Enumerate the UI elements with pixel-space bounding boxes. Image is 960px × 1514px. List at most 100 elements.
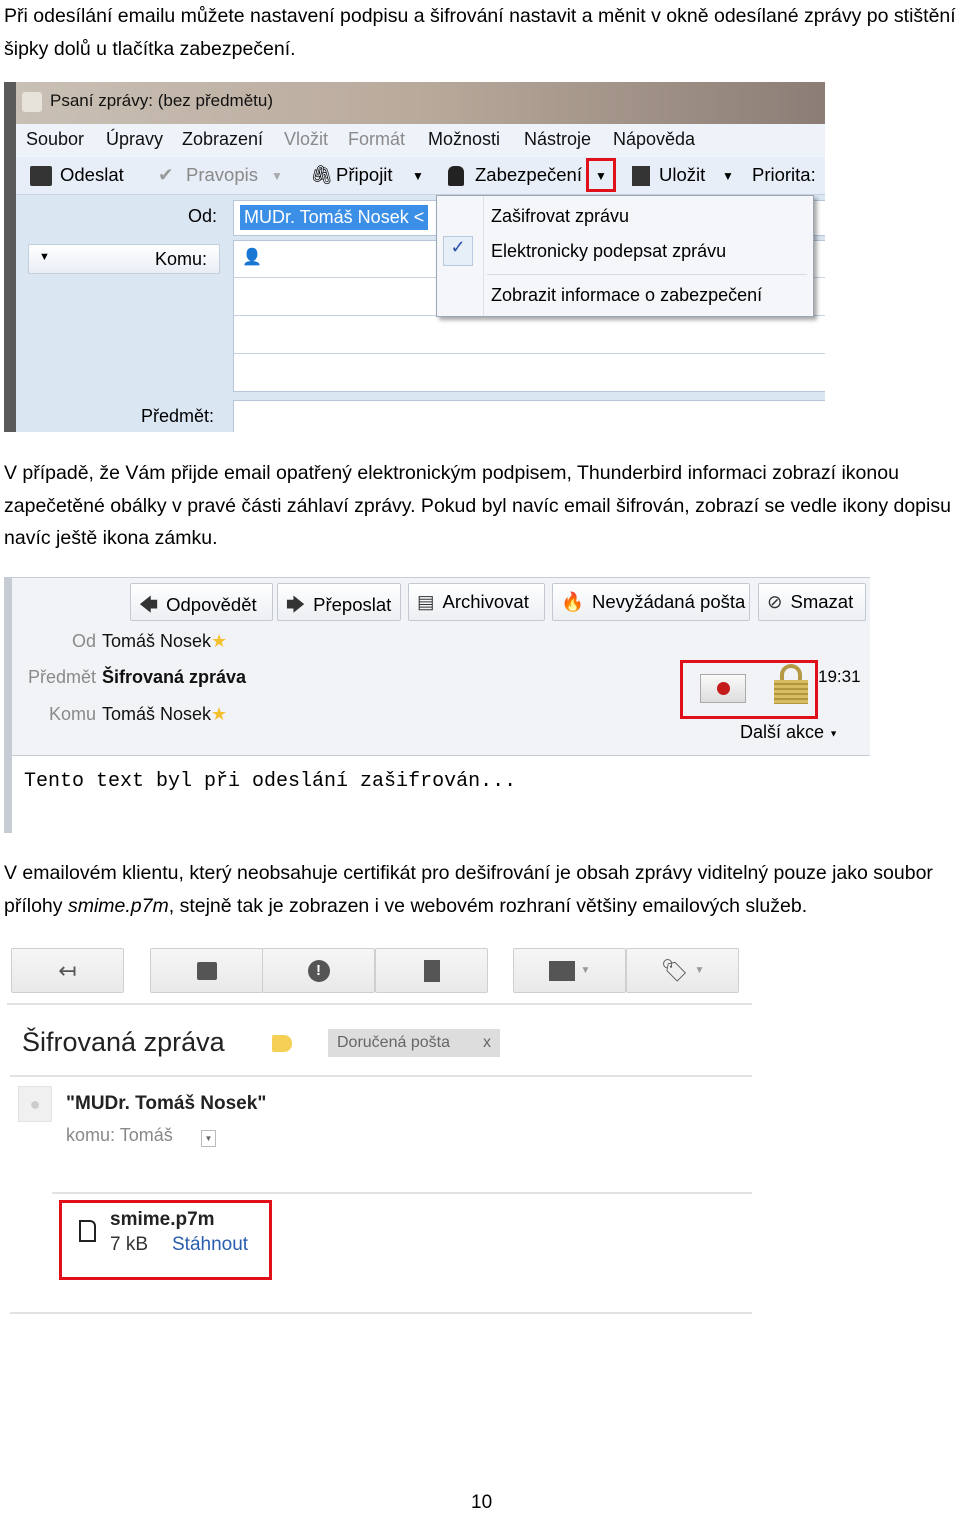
webmail-screenshot: ↤ ! ▼ 🏷 ▼ Šifrovaná zpráva Doručená pošta…	[4, 945, 752, 1317]
compose-toolbar: Odeslat ✔ Pravopis ▼ 🖇 Připojit ▼ Zabezp…	[16, 157, 825, 195]
archive-icon	[196, 961, 217, 980]
archive-label: Archivovat	[442, 591, 529, 612]
save-icon	[632, 166, 650, 186]
label-tag: Doručená pošta x	[328, 1029, 500, 1057]
flame-icon: 🔥	[561, 591, 585, 612]
chevron-down-icon[interactable]: ▼	[271, 169, 283, 183]
page-number: 10	[471, 1492, 493, 1513]
label-tag-text: Doručená pošta	[337, 1034, 450, 1051]
tag-icon: 🏷	[660, 957, 689, 983]
delete-label: Smazat	[790, 591, 854, 612]
chevron-down-icon: ▼	[694, 965, 705, 976]
sealed-envelope-icon[interactable]	[700, 674, 746, 703]
remove-label-button[interactable]: x	[483, 1034, 491, 1052]
compose-window-screenshot: Psaní zprávy: (bez předmětu) Soubor Úpra…	[4, 82, 825, 432]
archive-icon: ▤	[417, 591, 435, 612]
message-body: Tento text byl při odeslání zašifrován..…	[12, 755, 870, 833]
menu-zobrazeni[interactable]: Zobrazení	[182, 129, 263, 150]
menu-soubor[interactable]: Soubor	[26, 129, 84, 150]
to-label: Komu	[48, 704, 96, 724]
window-title-text: Psaní zprávy: (bez předmětu)	[50, 91, 273, 110]
paragraph-intro: Při odesílání emailu můžete nastavení po…	[4, 5, 956, 60]
reply-button[interactable]: ↤	[11, 948, 124, 993]
menu-vlozit[interactable]: Vložit	[284, 129, 328, 150]
menu-item-security-info[interactable]: Zobrazit informace o zabezpečení	[491, 285, 762, 306]
highlight-box	[586, 158, 616, 192]
download-link[interactable]: Stáhnout	[172, 1234, 248, 1256]
from-value[interactable]: Tomáš Nosek★	[102, 631, 227, 652]
chevron-down-icon: ▼	[829, 728, 838, 739]
send-button[interactable]: Odeslat	[60, 164, 124, 186]
paperclip-icon: 🖇	[310, 164, 334, 185]
chevron-down-icon[interactable]: ▼	[412, 169, 424, 183]
menu-item-encrypt[interactable]: Zašifrovat zprávu	[491, 206, 629, 227]
more-actions-label: Další akce	[740, 722, 825, 742]
archive-button[interactable]: ▤ Archivovat	[408, 583, 545, 621]
menu-item-sign[interactable]: Elektronicky podepsat zprávu	[491, 241, 726, 262]
spell-button[interactable]: Pravopis	[186, 164, 258, 186]
subject-input[interactable]	[233, 400, 825, 432]
lock-icon[interactable]	[774, 664, 808, 704]
subject-value: Šifrovaná zpráva	[102, 667, 247, 687]
trash-icon	[423, 959, 440, 982]
archive-button[interactable]	[150, 948, 263, 993]
reply-arrow-icon: ↤	[58, 957, 77, 983]
security-button[interactable]: Zabezpečení	[475, 164, 582, 186]
star-icon[interactable]: ★	[211, 704, 227, 724]
move-to-button[interactable]: ▼	[513, 948, 626, 993]
filename-text: smime.p7m	[67, 894, 169, 917]
menu-moznosti[interactable]: Možnosti	[428, 129, 500, 150]
details-dropdown[interactable]: ▼	[201, 1130, 216, 1147]
junk-button[interactable]: 🔥 Nevyžádaná pošta	[552, 583, 750, 621]
reply-label: Odpovědět	[166, 594, 257, 615]
check-icon: ✔	[158, 164, 174, 185]
menubar: Soubor Úpravy Zobrazení Vložit Formát Mo…	[16, 124, 825, 157]
paragraph-signature: V případě, že Vám přijde email opatřený …	[4, 462, 951, 549]
reply-button[interactable]: 🡄 Odpovědět	[130, 583, 273, 621]
from-label: Od	[71, 631, 96, 651]
junk-label: Nevyžádaná pošta	[592, 591, 746, 612]
security-menu: Zašifrovat zprávu ✓ Elektronicky podepsa…	[436, 195, 814, 317]
message-reader-screenshot: 🡄 Odpovědět 🡆 Přeposlat ▤ Archivovat 🔥 Nevyž…	[4, 577, 870, 833]
message-time: 19:31	[818, 667, 861, 686]
sender-name: "MUDr. Tomáš Nosek"	[66, 1093, 267, 1114]
send-icon	[30, 166, 52, 186]
save-button[interactable]: Uložit	[659, 164, 705, 186]
chevron-down-icon: ▼	[580, 965, 591, 976]
avatar: ●	[18, 1086, 52, 1122]
menu-format[interactable]: Formát	[348, 129, 405, 150]
to-value[interactable]: Tomáš Nosek★	[102, 704, 227, 725]
report-spam-button[interactable]: !	[262, 948, 375, 993]
attachment-size: 7 kB	[110, 1234, 149, 1255]
window-title: Psaní zprávy: (bez předmětu)	[16, 82, 825, 124]
check-icon: ✓	[443, 236, 473, 266]
chevron-down-icon[interactable]: ▼	[722, 169, 734, 183]
reply-icon: 🡄	[139, 594, 159, 615]
chevron-down-icon: ▼	[39, 251, 50, 263]
file-icon	[79, 1220, 96, 1242]
email-subject: Šifrovaná zpráva	[22, 1027, 225, 1057]
star-icon[interactable]: ★	[211, 631, 227, 651]
to-label: Komu:	[154, 249, 207, 269]
delete-button[interactable]	[375, 948, 488, 993]
subject-label: Předmět:	[141, 406, 215, 426]
forward-button[interactable]: 🡆 Přeposlat	[277, 583, 401, 621]
to-name: Tomáš Nosek	[102, 704, 212, 724]
attach-button[interactable]: Připojit	[336, 164, 393, 186]
lock-icon	[448, 166, 464, 186]
menu-napoveda[interactable]: Nápověda	[613, 129, 695, 150]
recipient-type-select[interactable]: ▼ Komu:	[28, 244, 220, 274]
forward-icon: 🡆	[286, 594, 306, 615]
from-label: Od:	[188, 206, 218, 226]
labels-button[interactable]: 🏷 ▼	[626, 948, 739, 993]
compose-icon	[22, 92, 42, 112]
attachment-name[interactable]: smime.p7m	[110, 1209, 215, 1231]
exclamation-icon: !	[307, 959, 330, 982]
important-marker-icon[interactable]	[272, 1035, 292, 1052]
more-actions-button[interactable]: Další akce ▼	[740, 722, 838, 743]
menu-nastroje[interactable]: Nástroje	[524, 129, 591, 150]
delete-button[interactable]: ⊘ Smazat	[758, 583, 866, 621]
from-name: Tomáš Nosek	[102, 631, 212, 651]
menu-upravy[interactable]: Úpravy	[106, 129, 163, 150]
from-value: MUDr. Tomáš Nosek <	[240, 205, 429, 230]
